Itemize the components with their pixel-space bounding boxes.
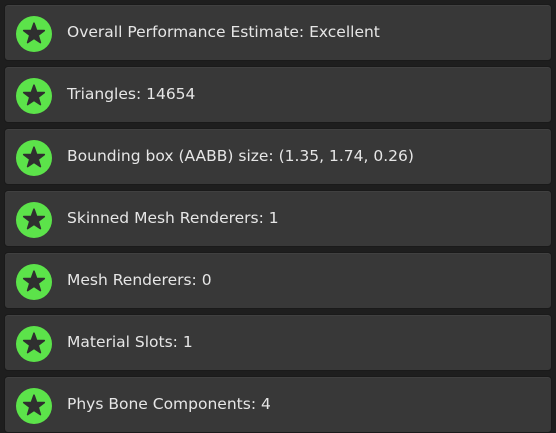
performance-row-material-slots: Material Slots: 1	[4, 314, 552, 371]
row-label: Skinned Mesh Renderers: 1	[67, 209, 279, 227]
row-label: Bounding box (AABB) size: (1.35, 1.74, 0…	[67, 147, 414, 165]
row-label: Overall Performance Estimate: Excellent	[67, 23, 380, 41]
star-badge-icon	[15, 325, 53, 363]
performance-row-triangles: Triangles: 14654	[4, 66, 552, 123]
star-badge-icon	[15, 77, 53, 115]
star-badge-icon	[15, 263, 53, 301]
performance-row-overall: Overall Performance Estimate: Excellent	[4, 4, 552, 61]
row-label: Phys Bone Components: 4	[67, 395, 271, 413]
row-label: Mesh Renderers: 0	[67, 271, 212, 289]
performance-row-bounding-box: Bounding box (AABB) size: (1.35, 1.74, 0…	[4, 128, 552, 185]
star-badge-icon	[15, 201, 53, 239]
row-label: Triangles: 14654	[67, 85, 196, 103]
performance-stats-list: Overall Performance Estimate: Excellent …	[0, 0, 556, 433]
performance-row-mesh-renderers: Mesh Renderers: 0	[4, 252, 552, 309]
row-label: Material Slots: 1	[67, 333, 193, 351]
performance-row-skinned-mesh-renderers: Skinned Mesh Renderers: 1	[4, 190, 552, 247]
star-badge-icon	[15, 387, 53, 425]
performance-row-phys-bone-components: Phys Bone Components: 4	[4, 376, 552, 433]
star-badge-icon	[15, 139, 53, 177]
star-badge-icon	[15, 15, 53, 53]
